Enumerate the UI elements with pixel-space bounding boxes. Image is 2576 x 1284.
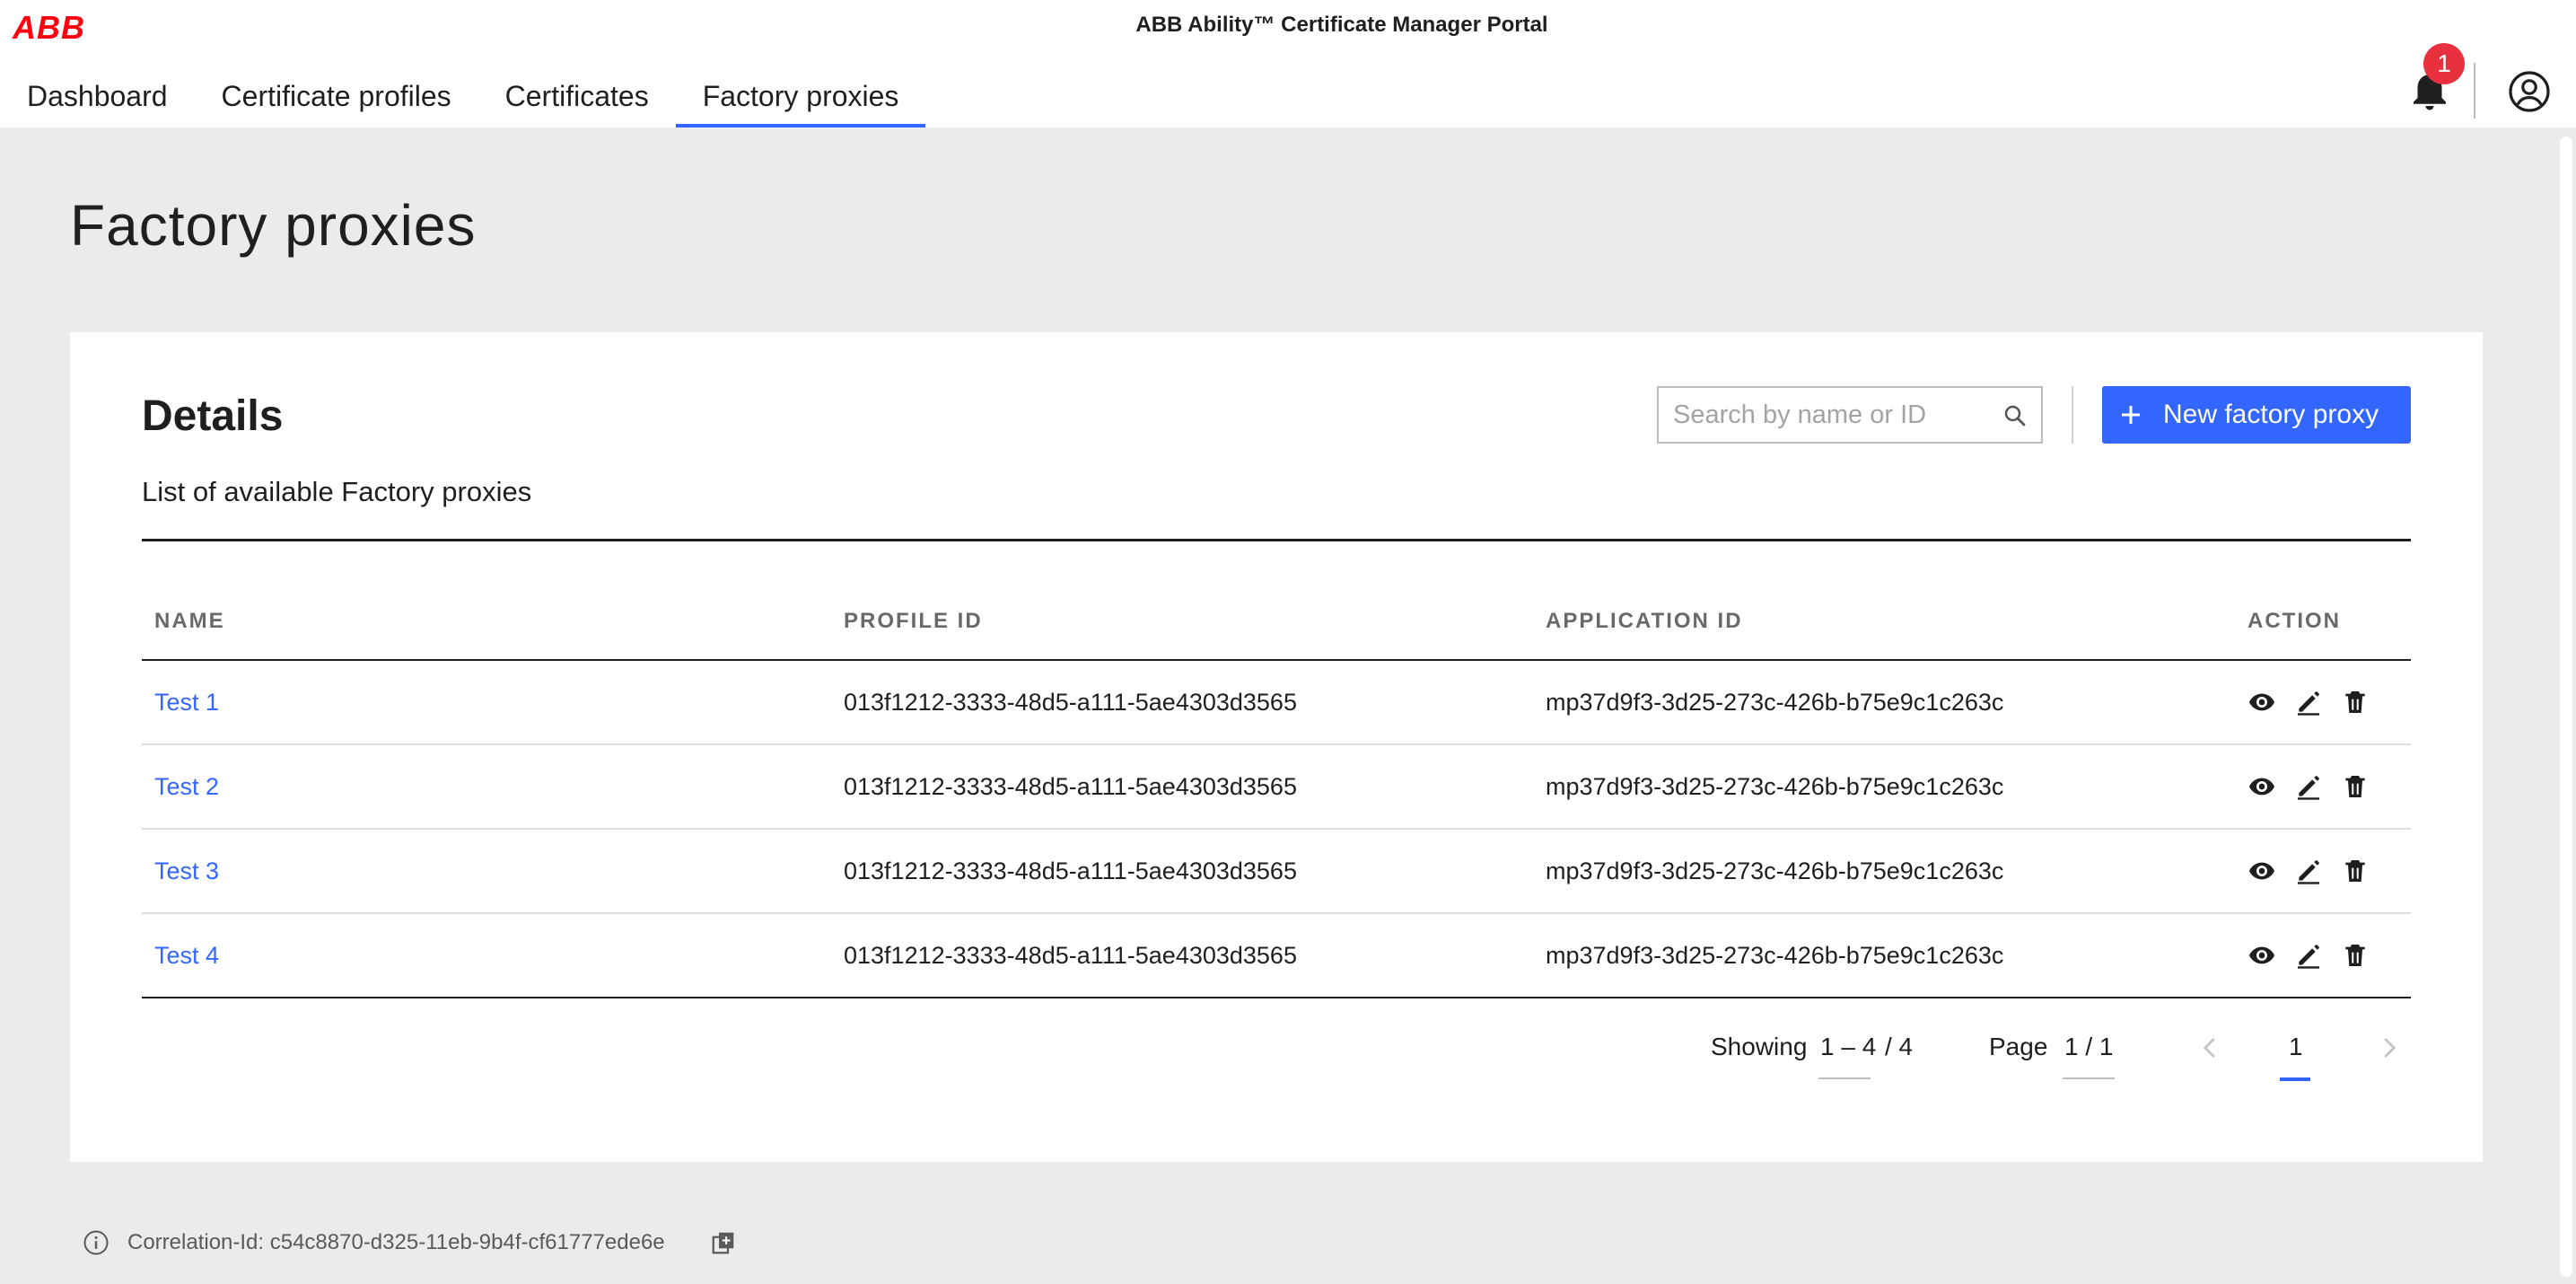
user-circle-icon[interactable] xyxy=(2508,70,2551,113)
pencil-icon[interactable] xyxy=(2294,688,2323,717)
notification-badge: 1 xyxy=(2423,43,2465,84)
row-actions xyxy=(2247,772,2411,801)
application-id-cell: mp37d9f3-3d25-273c-426b-b75e9c1c263c xyxy=(1546,772,2004,800)
profile-id-cell: 013f1212-3333-48d5-a111-5ae4303d3565 xyxy=(844,688,1297,716)
showing-range-underline xyxy=(1818,1077,1871,1079)
top-header: ABB ABB Ability™ Certificate Manager Por… xyxy=(0,0,2576,128)
eye-icon[interactable] xyxy=(2247,941,2276,970)
proxy-name-link[interactable]: Test 1 xyxy=(154,689,219,716)
eye-icon[interactable] xyxy=(2247,857,2276,885)
page-value-underline xyxy=(2063,1077,2115,1079)
profile-id-cell: 013f1212-3333-48d5-a111-5ae4303d3565 xyxy=(844,772,1297,800)
eye-icon[interactable] xyxy=(2247,688,2276,717)
scrollbar-thumb[interactable] xyxy=(2560,136,2572,1277)
header-divider xyxy=(2474,63,2475,119)
current-page-indicator xyxy=(2280,1077,2310,1081)
app-title: ABB Ability™ Certificate Manager Portal xyxy=(1135,13,1548,37)
pagination: Showing 1 – 4 / 4 Page 1 / 1 1 xyxy=(70,1033,2483,1104)
trash-icon[interactable] xyxy=(2341,941,2370,970)
trash-icon[interactable] xyxy=(2341,772,2370,801)
details-card: Details List of available Factory proxie… xyxy=(70,332,2483,1162)
table-row: Test 3 013f1212-3333-48d5-a111-5ae4303d3… xyxy=(142,830,2411,914)
search-icon[interactable] xyxy=(2002,402,2028,429)
pencil-icon[interactable] xyxy=(2294,857,2323,885)
proxy-name-link[interactable]: Test 3 xyxy=(154,857,219,884)
row-actions xyxy=(2247,688,2411,717)
nav-tab-dashboard[interactable]: Dashboard xyxy=(0,65,195,128)
search-box xyxy=(1657,386,2043,444)
column-header-action: ACTION xyxy=(2247,609,2341,633)
showing-total: / 4 xyxy=(1885,1033,1914,1060)
toolbar-divider xyxy=(2072,386,2073,444)
showing-range[interactable]: 1 – 4 xyxy=(1820,1033,1876,1061)
column-header-application-id[interactable]: APPLICATION ID xyxy=(1546,609,2247,634)
main-nav: Dashboard Certificate profiles Certifica… xyxy=(0,65,926,128)
section-divider xyxy=(142,539,2411,541)
trash-icon[interactable] xyxy=(2341,857,2370,885)
plus-icon xyxy=(2122,406,2140,424)
current-page[interactable]: 1 xyxy=(2289,1033,2303,1061)
trash-icon[interactable] xyxy=(2341,688,2370,717)
chevron-right-icon[interactable] xyxy=(2375,1034,2402,1061)
table-header: NAME PROFILE ID APPLICATION ID ACTION xyxy=(142,584,2411,661)
eye-icon[interactable] xyxy=(2247,772,2276,801)
showing-label: Showing xyxy=(1711,1033,1808,1060)
pencil-icon[interactable] xyxy=(2294,772,2323,801)
new-factory-proxy-label: New factory proxy xyxy=(2163,400,2379,429)
column-header-profile-id[interactable]: PROFILE ID xyxy=(844,609,1546,634)
table-row: Test 1 013f1212-3333-48d5-a111-5ae4303d3… xyxy=(142,661,2411,745)
details-subtitle: List of available Factory proxies xyxy=(142,476,532,507)
nav-tab-factory-proxies[interactable]: Factory proxies xyxy=(675,65,926,128)
factory-proxies-table: NAME PROFILE ID APPLICATION ID ACTION Te… xyxy=(142,584,2411,998)
application-id-cell: mp37d9f3-3d25-273c-426b-b75e9c1c263c xyxy=(1546,941,2004,969)
profile-id-cell: 013f1212-3333-48d5-a111-5ae4303d3565 xyxy=(844,941,1297,969)
nav-tab-certificate-profiles[interactable]: Certificate profiles xyxy=(195,65,478,128)
chevron-left-icon[interactable] xyxy=(2197,1034,2224,1061)
correlation-id: Correlation-Id: c54c8870-d325-11eb-9b4f-… xyxy=(127,1230,665,1254)
proxy-name-link[interactable]: Test 4 xyxy=(154,942,219,969)
column-header-name[interactable]: NAME xyxy=(142,609,844,634)
page-title: Factory proxies xyxy=(70,193,477,258)
nav-tab-certificates[interactable]: Certificates xyxy=(478,65,676,128)
table-row: Test 2 013f1212-3333-48d5-a111-5ae4303d3… xyxy=(142,745,2411,830)
proxy-name-link[interactable]: Test 2 xyxy=(154,773,219,800)
application-id-cell: mp37d9f3-3d25-273c-426b-b75e9c1c263c xyxy=(1546,857,2004,884)
page-label: Page xyxy=(1989,1033,2048,1060)
row-actions xyxy=(2247,857,2411,885)
details-title: Details xyxy=(142,392,284,440)
application-id-cell: mp37d9f3-3d25-273c-426b-b75e9c1c263c xyxy=(1546,688,2004,716)
search-input[interactable] xyxy=(1673,389,1996,441)
copy-icon[interactable] xyxy=(710,1229,737,1256)
row-actions xyxy=(2247,941,2411,970)
info-icon xyxy=(83,1230,109,1255)
footer: Correlation-Id: c54c8870-d325-11eb-9b4f-… xyxy=(83,1225,737,1261)
new-factory-proxy-button[interactable]: New factory proxy xyxy=(2102,386,2411,444)
page-value[interactable]: 1 / 1 xyxy=(2064,1033,2113,1061)
pencil-icon[interactable] xyxy=(2294,941,2323,970)
table-row: Test 4 013f1212-3333-48d5-a111-5ae4303d3… xyxy=(142,914,2411,998)
profile-id-cell: 013f1212-3333-48d5-a111-5ae4303d3565 xyxy=(844,857,1297,884)
